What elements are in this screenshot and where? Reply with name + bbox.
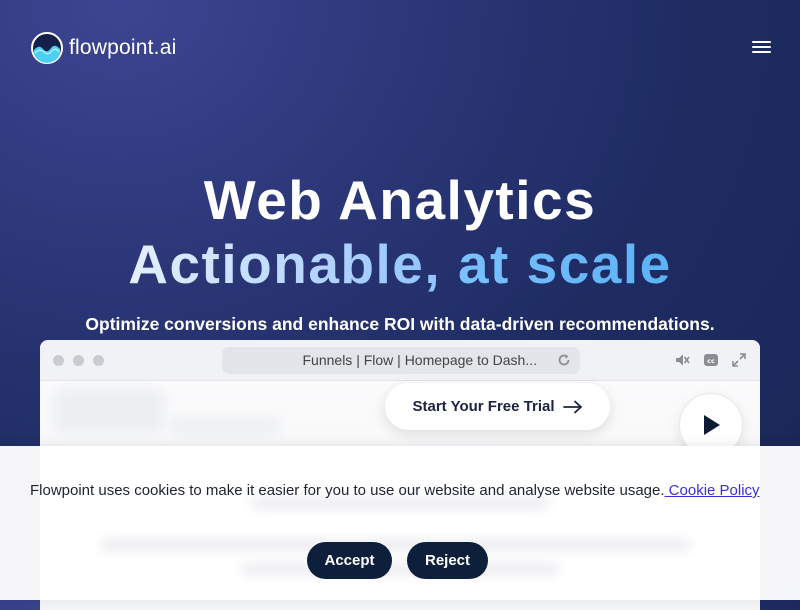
hero-title: Web Analytics [203,169,597,231]
top-navigation: flowpoint.ai [0,0,800,96]
hero-subtitle-part1: Actionable, [128,233,442,295]
hamburger-menu-icon[interactable] [752,40,772,56]
cookie-banner: Flowpoint uses cookies to make it easier… [0,446,800,600]
start-free-trial-label: Start Your Free Trial [412,398,555,415]
address-bar[interactable]: Funnels | Flow | Homepage to Dash... [222,347,580,374]
hero-subtitle-part2: at scale [457,233,672,295]
brand-name: flowpoint.ai [69,36,177,59]
cookie-message: Flowpoint uses cookies to make it easier… [30,476,770,505]
cookie-message-text: Flowpoint uses cookies to make it easier… [30,482,665,499]
brand-logo[interactable]: flowpoint.ai [31,32,176,64]
cookie-policy-link[interactable]: Cookie Policy [665,482,760,499]
play-icon [704,415,720,435]
fullscreen-icon[interactable] [731,352,747,368]
captions-icon[interactable]: cc [703,352,719,368]
window-dot-minimize [73,355,84,366]
browser-toolbar: Funnels | Flow | Homepage to Dash... cc [40,340,760,381]
reject-cookies-button[interactable]: Reject [407,542,488,579]
window-dot-maximize [93,355,104,366]
svg-text:cc: cc [707,357,715,365]
hero-subtitle: Actionable, at scale [0,232,800,296]
mute-icon[interactable] [674,352,690,368]
start-free-trial-button[interactable]: Start Your Free Trial [385,383,610,430]
flowpoint-wave-logo-icon [31,32,63,64]
arrow-right-icon [562,400,582,413]
hero-tagline: Optimize conversions and enhance ROI wit… [85,314,715,334]
reload-icon[interactable] [557,353,571,367]
window-dot-close [53,355,64,366]
address-bar-text: Funnels | Flow | Homepage to Dash... [302,352,538,368]
accept-cookies-button[interactable]: Accept [307,542,392,579]
